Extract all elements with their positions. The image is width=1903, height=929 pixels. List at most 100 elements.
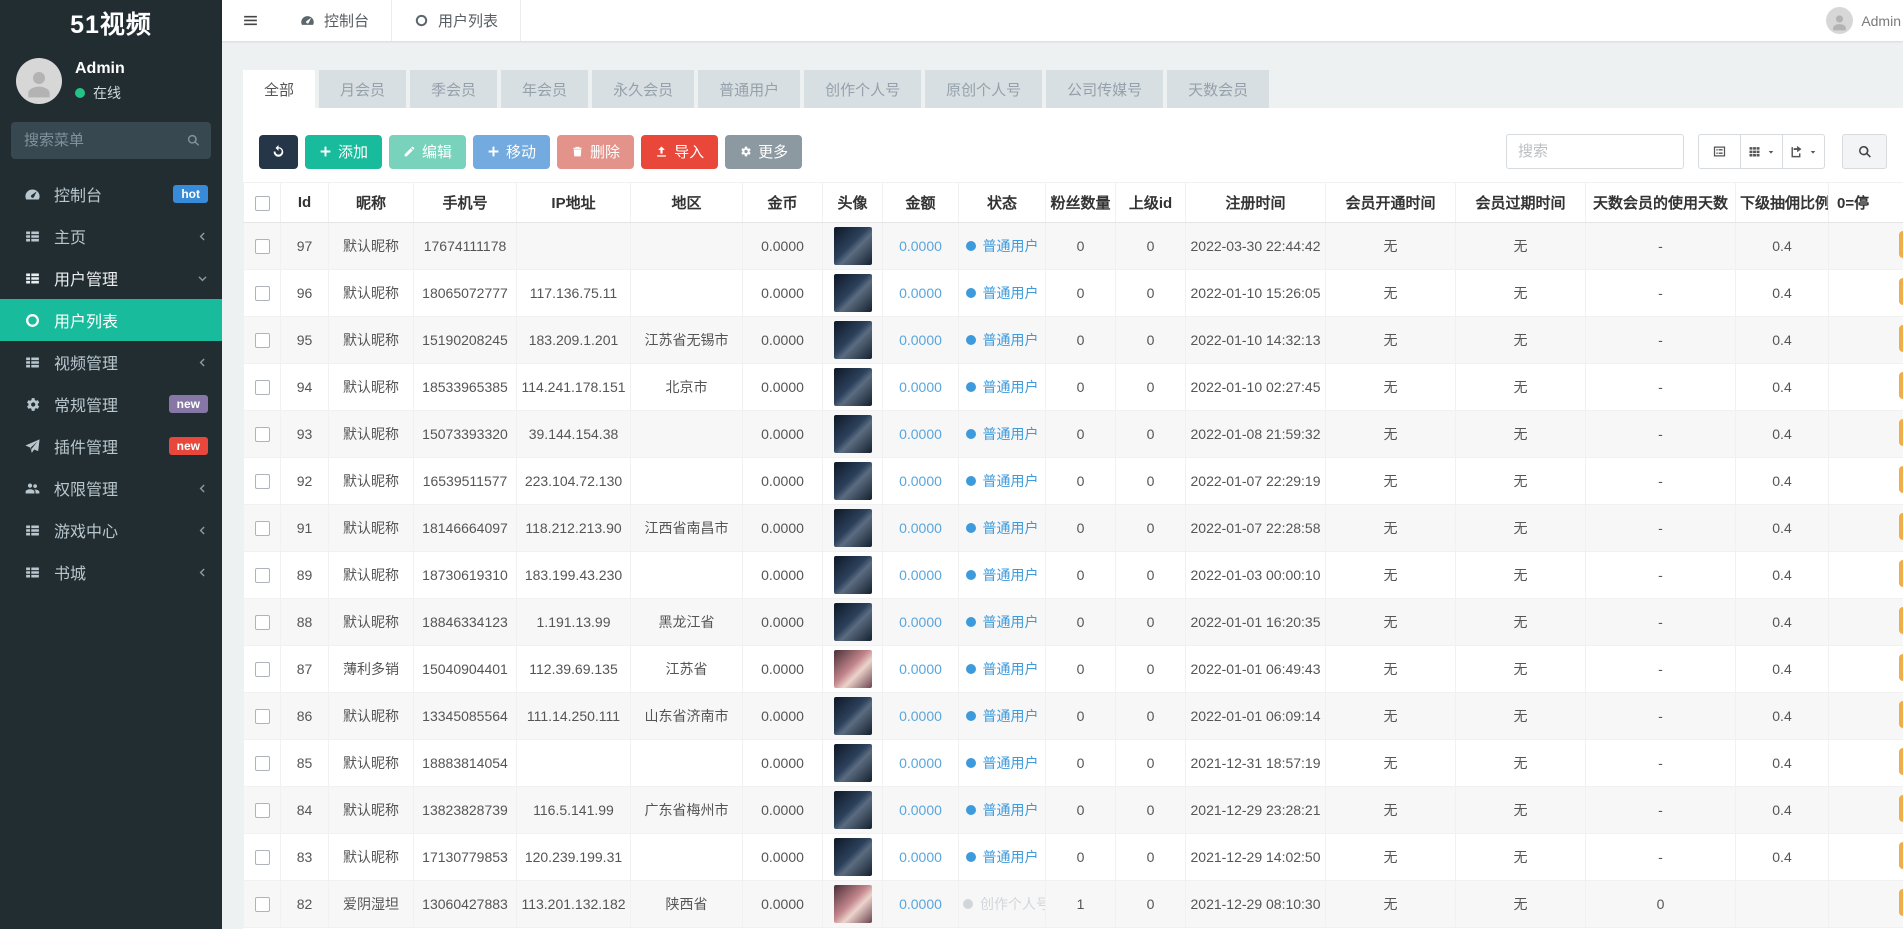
row-checkbox[interactable] bbox=[255, 803, 270, 818]
avatar-thumbnail[interactable] bbox=[834, 415, 872, 453]
edit-button[interactable]: 编辑 bbox=[389, 135, 466, 169]
add-button[interactable]: 添加 bbox=[305, 135, 382, 169]
filter-tab-year-vip[interactable]: 年会员 bbox=[501, 70, 588, 108]
row-checkbox[interactable] bbox=[255, 897, 270, 912]
sidebar-item-console[interactable]: 控制台hot bbox=[0, 173, 222, 215]
row-checkbox[interactable] bbox=[255, 427, 270, 442]
more-button[interactable]: 更多 bbox=[725, 135, 802, 169]
row-checkbox[interactable] bbox=[255, 286, 270, 301]
move-button[interactable]: 移动 bbox=[473, 135, 550, 169]
row-checkbox[interactable] bbox=[255, 709, 270, 724]
filter-tab-days-vip[interactable]: 天数会员 bbox=[1167, 70, 1269, 108]
sidebar-item-general-mgmt[interactable]: 常规管理new bbox=[0, 383, 222, 425]
amount-link[interactable]: 0.0000 bbox=[899, 332, 942, 348]
detail-view-button[interactable] bbox=[1698, 134, 1741, 169]
amount-link[interactable]: 0.0000 bbox=[899, 567, 942, 583]
row-action-button[interactable] bbox=[1899, 795, 1903, 822]
filter-tab-forever-vip[interactable]: 永久会员 bbox=[592, 70, 694, 108]
row-action-button[interactable] bbox=[1899, 419, 1903, 446]
sidebar-item-home[interactable]: 主页 bbox=[0, 215, 222, 257]
table-search-button[interactable] bbox=[1842, 134, 1887, 169]
avatar-thumbnail[interactable] bbox=[834, 744, 872, 782]
filter-tab-company-media[interactable]: 公司传媒号 bbox=[1046, 70, 1163, 108]
avatar-thumbnail[interactable] bbox=[834, 697, 872, 735]
row-checkbox[interactable] bbox=[255, 756, 270, 771]
row-checkbox[interactable] bbox=[255, 380, 270, 395]
avatar-thumbnail[interactable] bbox=[834, 368, 872, 406]
button-label: 更多 bbox=[758, 141, 788, 162]
amount-link[interactable]: 0.0000 bbox=[899, 661, 942, 677]
refresh-button[interactable] bbox=[259, 135, 298, 169]
sidebar-toggle-button[interactable] bbox=[222, 0, 278, 41]
amount-link[interactable]: 0.0000 bbox=[899, 849, 942, 865]
avatar-thumbnail[interactable] bbox=[834, 321, 872, 359]
row-action-button[interactable] bbox=[1899, 748, 1903, 775]
filter-tab-month-vip[interactable]: 月会员 bbox=[319, 70, 406, 108]
row-action-button[interactable] bbox=[1899, 325, 1903, 352]
amount-link[interactable]: 0.0000 bbox=[899, 285, 942, 301]
export-button[interactable] bbox=[1782, 134, 1825, 169]
amount-link[interactable]: 0.0000 bbox=[899, 708, 942, 724]
row-checkbox[interactable] bbox=[255, 568, 270, 583]
avatar-thumbnail[interactable] bbox=[834, 556, 872, 594]
avatar-thumbnail[interactable] bbox=[834, 274, 872, 312]
row-checkbox[interactable] bbox=[255, 474, 270, 489]
tab-user-list[interactable]: 用户列表 bbox=[391, 0, 521, 41]
sidebar-item-user-list[interactable]: 用户列表 bbox=[0, 299, 222, 341]
sidebar-item-plugin-mgmt[interactable]: 插件管理new bbox=[0, 425, 222, 467]
avatar-thumbnail[interactable] bbox=[834, 838, 872, 876]
avatar-thumbnail[interactable] bbox=[834, 509, 872, 547]
row-action-button[interactable] bbox=[1899, 889, 1903, 916]
row-action-button[interactable] bbox=[1899, 231, 1903, 258]
amount-link[interactable]: 0.0000 bbox=[899, 755, 942, 771]
avatar-thumbnail[interactable] bbox=[834, 227, 872, 265]
filter-tab-all[interactable]: 全部 bbox=[243, 70, 315, 108]
row-action-button[interactable] bbox=[1899, 278, 1903, 305]
sidebar-item-user-mgmt[interactable]: 用户管理 bbox=[0, 257, 222, 299]
row-checkbox[interactable] bbox=[255, 239, 270, 254]
filter-tab-normal-user[interactable]: 普通用户 bbox=[698, 70, 800, 108]
sidebar-item-permission-mgmt[interactable]: 权限管理 bbox=[0, 467, 222, 509]
select-all-checkbox[interactable] bbox=[255, 196, 270, 211]
row-action-button[interactable] bbox=[1899, 466, 1903, 493]
row-checkbox[interactable] bbox=[255, 662, 270, 677]
sidebar-item-video-mgmt[interactable]: 视频管理 bbox=[0, 341, 222, 383]
avatar-thumbnail[interactable] bbox=[834, 791, 872, 829]
amount-link[interactable]: 0.0000 bbox=[899, 473, 942, 489]
sidebar-item-game-center[interactable]: 游戏中心 bbox=[0, 509, 222, 551]
row-action-button[interactable] bbox=[1899, 701, 1903, 728]
amount-link[interactable]: 0.0000 bbox=[899, 896, 942, 912]
avatar-thumbnail[interactable] bbox=[834, 885, 872, 923]
row-action-button[interactable] bbox=[1899, 654, 1903, 681]
delete-button[interactable]: 删除 bbox=[557, 135, 634, 169]
filter-tab-original-personal[interactable]: 原创个人号 bbox=[925, 70, 1042, 108]
sidebar-search-input[interactable] bbox=[11, 122, 211, 159]
amount-link[interactable]: 0.0000 bbox=[899, 614, 942, 630]
row-checkbox[interactable] bbox=[255, 850, 270, 865]
amount-link[interactable]: 0.0000 bbox=[899, 426, 942, 442]
row-action-button[interactable] bbox=[1899, 842, 1903, 869]
import-button[interactable]: 导入 bbox=[641, 135, 718, 169]
filter-tab-creator-personal[interactable]: 创作个人号 bbox=[804, 70, 921, 108]
amount-link[interactable]: 0.0000 bbox=[899, 802, 942, 818]
status-badge: 普通用户 bbox=[966, 612, 1039, 632]
row-checkbox[interactable] bbox=[255, 615, 270, 630]
table-search-input[interactable] bbox=[1506, 134, 1684, 169]
row-checkbox[interactable] bbox=[255, 521, 270, 536]
row-action-button[interactable] bbox=[1899, 560, 1903, 587]
filter-tab-season-vip[interactable]: 季会员 bbox=[410, 70, 497, 108]
row-action-button[interactable] bbox=[1899, 607, 1903, 634]
amount-link[interactable]: 0.0000 bbox=[899, 520, 942, 536]
topbar-user-menu[interactable]: Admin bbox=[1826, 0, 1903, 41]
columns-button[interactable] bbox=[1740, 134, 1783, 169]
avatar-thumbnail[interactable] bbox=[834, 650, 872, 688]
row-action-button[interactable] bbox=[1899, 372, 1903, 399]
avatar-thumbnail[interactable] bbox=[834, 462, 872, 500]
amount-link[interactable]: 0.0000 bbox=[899, 379, 942, 395]
row-checkbox[interactable] bbox=[255, 333, 270, 348]
amount-link[interactable]: 0.0000 bbox=[899, 238, 942, 254]
sidebar-item-book-city[interactable]: 书城 bbox=[0, 551, 222, 593]
avatar-thumbnail[interactable] bbox=[834, 603, 872, 641]
row-action-button[interactable] bbox=[1899, 513, 1903, 540]
tab-console[interactable]: 控制台 bbox=[278, 0, 391, 41]
